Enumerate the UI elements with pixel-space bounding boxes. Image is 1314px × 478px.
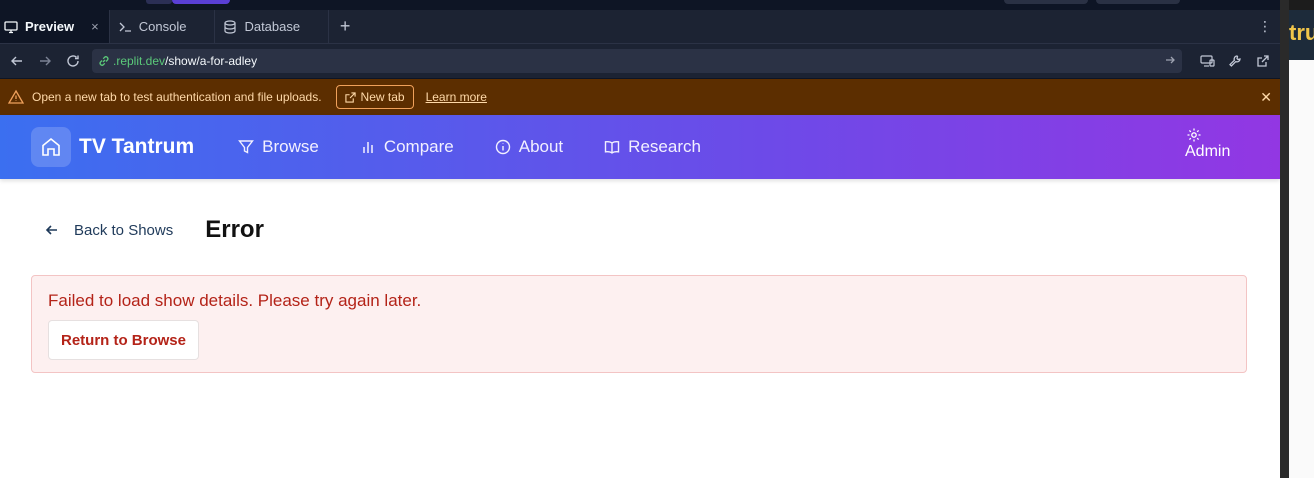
url-host: .replit.dev [113, 54, 166, 68]
tab-label: Preview [25, 19, 75, 34]
preview-viewport: TV Tantrum Browse Compare About Research… [0, 115, 1280, 478]
home-icon [42, 137, 60, 156]
nav-label: About [518, 137, 564, 156]
app-navbar: TV Tantrum Browse Compare About Research… [0, 115, 1280, 179]
close-banner-icon[interactable]: ✕ [1260, 89, 1272, 106]
gear-icon [1187, 128, 1201, 142]
learn-more-link[interactable]: Learn more [426, 90, 487, 104]
link-icon [99, 56, 109, 66]
top-pill [1004, 0, 1088, 4]
adjacent-window-edge: tru [1280, 0, 1314, 478]
error-alert: Failed to load show details. Please try … [31, 275, 1247, 373]
reload-icon[interactable] [62, 50, 84, 72]
add-tab-button[interactable]: + [329, 10, 361, 43]
go-arrow-icon[interactable] [1164, 54, 1176, 69]
info-icon [495, 139, 510, 155]
new-tab-button[interactable]: New tab [335, 85, 414, 109]
url-input[interactable]: .replit.dev/show/a-for-adley [92, 49, 1182, 73]
tab-label: Console [138, 19, 187, 34]
tab-preview[interactable]: Preview × [0, 10, 110, 43]
back-label: Back to Shows [74, 221, 174, 239]
admin-label: Admin [1185, 143, 1231, 160]
top-pill-active [172, 0, 230, 4]
adjacent-window-body [1289, 60, 1314, 478]
url-path: /show/a-for-adley [165, 54, 258, 68]
nav-admin[interactable]: Admin [1185, 127, 1230, 161]
open-external-icon [344, 91, 356, 103]
nav-about[interactable]: About [495, 137, 563, 157]
new-tab-label: New tab [360, 90, 405, 104]
nav-label: Compare [383, 137, 454, 156]
top-pill [1096, 0, 1180, 4]
tab-database[interactable]: Database [215, 10, 330, 43]
nav-browse[interactable]: Browse [238, 137, 319, 157]
tab-label: Database [244, 19, 301, 34]
url-bar: .replit.dev/show/a-for-adley [0, 44, 1280, 78]
book-icon [604, 140, 620, 154]
monitor-icon [4, 20, 18, 34]
devices-icon[interactable] [1196, 50, 1218, 72]
page-header: Back to Shows Error [44, 216, 264, 244]
nav-label: Research [628, 137, 701, 156]
devtools-wrench-icon[interactable] [1224, 50, 1246, 72]
app-brand[interactable]: TV Tantrum [79, 135, 194, 159]
top-pill [146, 0, 172, 4]
top-strip [0, 0, 1314, 10]
open-external-icon[interactable] [1252, 50, 1274, 72]
terminal-icon [118, 20, 132, 34]
banner-message: Open a new tab to test authentication an… [32, 90, 322, 104]
arrow-left-icon [45, 225, 57, 235]
tab-console[interactable]: Console [110, 10, 216, 43]
nav-compare[interactable]: Compare [360, 137, 454, 157]
bar-chart-icon [363, 142, 373, 153]
warning-icon [8, 89, 24, 104]
nav-label: Browse [262, 137, 319, 156]
nav-research[interactable]: Research [604, 137, 701, 157]
adjacent-window-text: tru [1289, 10, 1314, 60]
page-title: Error [205, 216, 264, 243]
forward-arrow-icon[interactable] [34, 50, 56, 72]
auth-warning-banner: Open a new tab to test authentication an… [0, 79, 1280, 115]
window-divider [1280, 0, 1289, 478]
close-tab-icon[interactable]: × [91, 19, 99, 34]
back-to-shows-button[interactable]: Back to Shows [44, 222, 173, 239]
back-arrow-icon[interactable] [6, 50, 28, 72]
home-button[interactable] [31, 127, 71, 167]
workspace-tab-bar: Preview × Console Database + ⋮ [0, 10, 1280, 44]
tab-menu-icon[interactable]: ⋮ [1250, 10, 1280, 43]
filter-icon [238, 140, 255, 154]
database-icon [223, 19, 237, 34]
return-to-browse-button[interactable]: Return to Browse [48, 320, 199, 360]
error-message: Failed to load show details. Please try … [48, 291, 422, 310]
